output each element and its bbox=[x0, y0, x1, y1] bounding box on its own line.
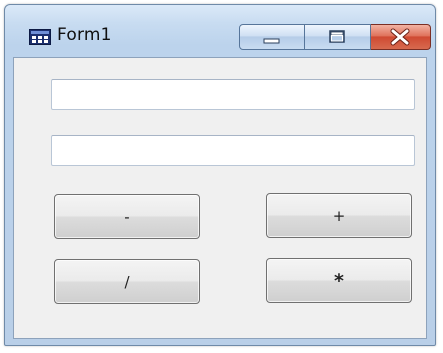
subtract-button[interactable]: - bbox=[54, 194, 200, 239]
form-client-area: - + / * bbox=[13, 57, 427, 339]
add-button[interactable]: + bbox=[266, 193, 412, 238]
caption-buttons bbox=[239, 24, 431, 50]
form1-window: Form1 - + / * bbox=[4, 4, 436, 346]
first-number-input[interactable] bbox=[51, 79, 415, 110]
title-bar[interactable]: Form1 bbox=[5, 5, 435, 61]
second-number-input[interactable] bbox=[51, 135, 415, 166]
multiply-button[interactable]: * bbox=[266, 258, 412, 303]
form-app-icon bbox=[29, 29, 51, 45]
close-icon bbox=[390, 28, 410, 46]
minimize-button[interactable] bbox=[239, 24, 305, 50]
minimize-icon bbox=[263, 38, 280, 44]
divide-button[interactable]: / bbox=[54, 259, 200, 304]
maximize-button[interactable] bbox=[305, 24, 371, 50]
close-button[interactable] bbox=[371, 24, 431, 50]
window-title: Form1 bbox=[57, 25, 112, 45]
maximize-icon bbox=[329, 30, 345, 43]
